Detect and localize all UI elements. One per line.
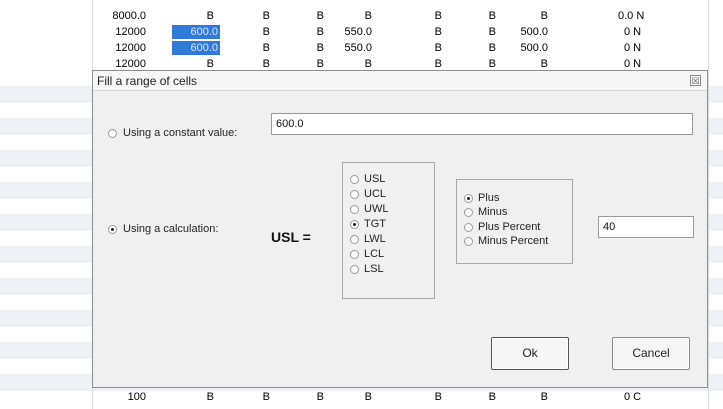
operation-options-group: Plus Minus Plus Percent Minus Percent — [456, 179, 573, 264]
limit-label: LSL — [364, 263, 384, 275]
op-label: Minus Percent — [478, 235, 549, 247]
limit-radio-lcl[interactable] — [350, 250, 359, 259]
limit-radio-usl[interactable] — [350, 175, 359, 184]
limit-label: TGT — [364, 218, 386, 230]
op-radio-minus[interactable] — [464, 208, 473, 217]
cell[interactable]: B — [304, 41, 324, 55]
op-radio-minus-percent[interactable] — [464, 237, 473, 246]
constant-value-label: Using a constant value: — [123, 127, 238, 139]
limit-radio-ucl[interactable] — [350, 190, 359, 199]
cell[interactable]: B — [194, 9, 214, 23]
cancel-button[interactable]: Cancel — [612, 337, 690, 370]
cell[interactable]: B — [476, 390, 496, 404]
cell[interactable]: B — [352, 57, 372, 71]
limit-radio-uwl[interactable] — [350, 205, 359, 214]
selected-cell[interactable]: 600.0 — [172, 41, 220, 55]
op-label: Minus — [478, 206, 508, 218]
cell[interactable]: 8000.0 — [112, 9, 146, 23]
constant-value-input[interactable]: 600.0 — [271, 113, 693, 135]
cell[interactable]: B — [304, 25, 324, 39]
limit-label: UWL — [364, 203, 389, 215]
cell[interactable]: 12000 — [112, 25, 146, 39]
cell[interactable]: 100 — [112, 390, 146, 404]
cell[interactable]: 0 N — [624, 41, 664, 55]
table-row[interactable]: 100 B B B B B B B 0 C — [0, 389, 723, 405]
cell[interactable]: 0 C — [624, 390, 664, 404]
limit-label: LCL — [364, 248, 385, 260]
cell[interactable]: B — [422, 9, 442, 23]
cell[interactable]: B — [476, 41, 496, 55]
dialog-title: Fill a range of cells — [97, 74, 198, 88]
cell[interactable]: 12000 — [112, 57, 146, 71]
limit-radio-lsl[interactable] — [350, 265, 359, 274]
limit-label: LWL — [364, 233, 386, 245]
dialog-titlebar[interactable]: Fill a range of cells ☒ — [93, 71, 707, 91]
table-row[interactable]: 8000.0 B B B B B B B 0.0 N — [0, 8, 723, 24]
op-radio-plus[interactable] — [464, 194, 473, 203]
cell[interactable]: 0.0 N — [618, 9, 658, 23]
cell[interactable]: B — [528, 390, 548, 404]
selected-cell[interactable]: 600.0 — [172, 25, 220, 39]
calculation-label: Using a calculation: — [123, 223, 219, 235]
table-row[interactable]: 12000 600.0 B B 550.0 B B 500.0 0 N — [0, 24, 723, 40]
cell[interactable]: B — [250, 9, 270, 23]
close-icon[interactable]: ☒ — [690, 75, 701, 86]
limit-radio-lwl[interactable] — [350, 235, 359, 244]
cell[interactable]: B — [194, 390, 214, 404]
cell[interactable]: B — [352, 390, 372, 404]
calculation-value-input[interactable]: 40 — [598, 216, 694, 238]
cell[interactable]: 500.0 — [512, 41, 548, 55]
cell[interactable]: B — [250, 57, 270, 71]
cell[interactable]: B — [422, 57, 442, 71]
limit-options-group: USL UCL UWL TGT LWL LCL LSL — [342, 162, 435, 299]
cell[interactable]: B — [304, 57, 324, 71]
cell[interactable]: 550.0 — [336, 25, 372, 39]
constant-value-radio[interactable] — [108, 129, 117, 138]
cell[interactable]: B — [528, 9, 548, 23]
ok-button[interactable]: Ok — [491, 337, 569, 370]
cell[interactable]: B — [422, 41, 442, 55]
table-row[interactable]: 12000 600.0 B B 550.0 B B 500.0 0 N — [0, 40, 723, 56]
cell[interactable]: B — [476, 9, 496, 23]
op-label: Plus Percent — [478, 221, 541, 233]
op-label: Plus — [478, 192, 500, 204]
limit-label: UCL — [364, 188, 387, 200]
cell[interactable]: B — [352, 9, 372, 23]
cell[interactable]: B — [250, 41, 270, 55]
cell[interactable]: B — [250, 25, 270, 39]
cell[interactable]: B — [304, 390, 324, 404]
cell[interactable]: B — [422, 25, 442, 39]
cell[interactable]: 0 N — [624, 57, 664, 71]
limit-radio-tgt[interactable] — [350, 220, 359, 229]
cell[interactable]: B — [250, 390, 270, 404]
cell[interactable]: 12000 — [112, 41, 146, 55]
cell[interactable]: B — [194, 57, 214, 71]
cell[interactable]: B — [422, 390, 442, 404]
cell[interactable]: B — [528, 57, 548, 71]
cell[interactable]: 550.0 — [336, 41, 372, 55]
fill-range-dialog: Fill a range of cells ☒ Using a constant… — [92, 70, 708, 388]
calculation-radio[interactable] — [108, 225, 117, 234]
usl-equals-label: USL = — [271, 229, 311, 245]
limit-label: USL — [364, 173, 386, 185]
op-radio-plus-percent[interactable] — [464, 223, 473, 232]
cell[interactable]: B — [476, 57, 496, 71]
cell[interactable]: 0 N — [624, 25, 664, 39]
cell[interactable]: B — [304, 9, 324, 23]
cell[interactable]: B — [476, 25, 496, 39]
cell[interactable]: 500.0 — [512, 25, 548, 39]
